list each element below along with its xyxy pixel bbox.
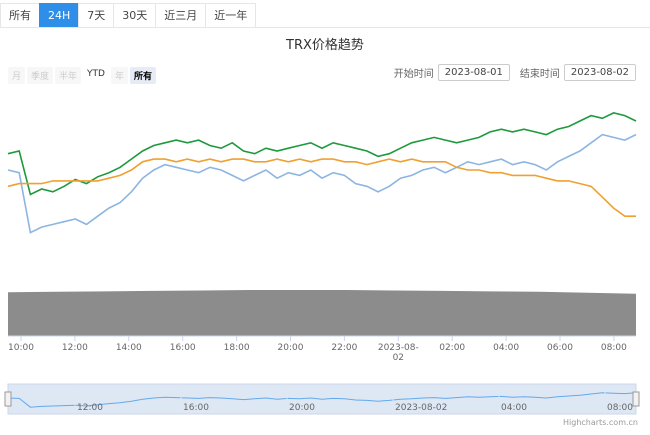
x-tick-label: 20:00: [278, 343, 304, 353]
x-tick-label: 14:00: [116, 343, 142, 353]
x-tick-label: 16:00: [170, 343, 196, 353]
series-line-green: [7, 112, 637, 196]
series-line-blue: [7, 133, 637, 234]
x-tick-label: 10:00: [8, 343, 34, 353]
x-tick-label: 12:00: [62, 343, 88, 353]
navigator-handle-left[interactable]: [4, 391, 12, 407]
price-chart: 10:00 12:00 14:00 16:00 18:00 20:00 22:00 2023-…: [4, 112, 640, 415]
x-tick-label: 22:00: [331, 343, 357, 353]
navigator-handle-right[interactable]: [632, 391, 640, 407]
credit-text: Highcharts.com.cn: [563, 418, 638, 427]
navigator-tick-label: 04:00: [501, 403, 527, 413]
navigator-tick-label: 12:00: [77, 403, 103, 413]
x-tick-label: 2023-08-: [378, 343, 419, 353]
navigator-tick-label: 20:00: [289, 403, 315, 413]
x-tick-label: 08:00: [601, 343, 627, 353]
x-tick-label: 04:00: [493, 343, 519, 353]
navigator-tick-label: 08:00: [607, 403, 633, 413]
navigator-tick-label: 16:00: [183, 403, 209, 413]
x-tick-label: 02:00: [439, 343, 465, 353]
x-tick-label: 06:00: [547, 343, 573, 353]
x-tick-label-line2: 02: [393, 353, 404, 363]
x-tick-label: 18:00: [224, 343, 250, 353]
navigator-tick-label: 2023-08-02: [395, 403, 447, 413]
volume-area: [8, 290, 636, 336]
